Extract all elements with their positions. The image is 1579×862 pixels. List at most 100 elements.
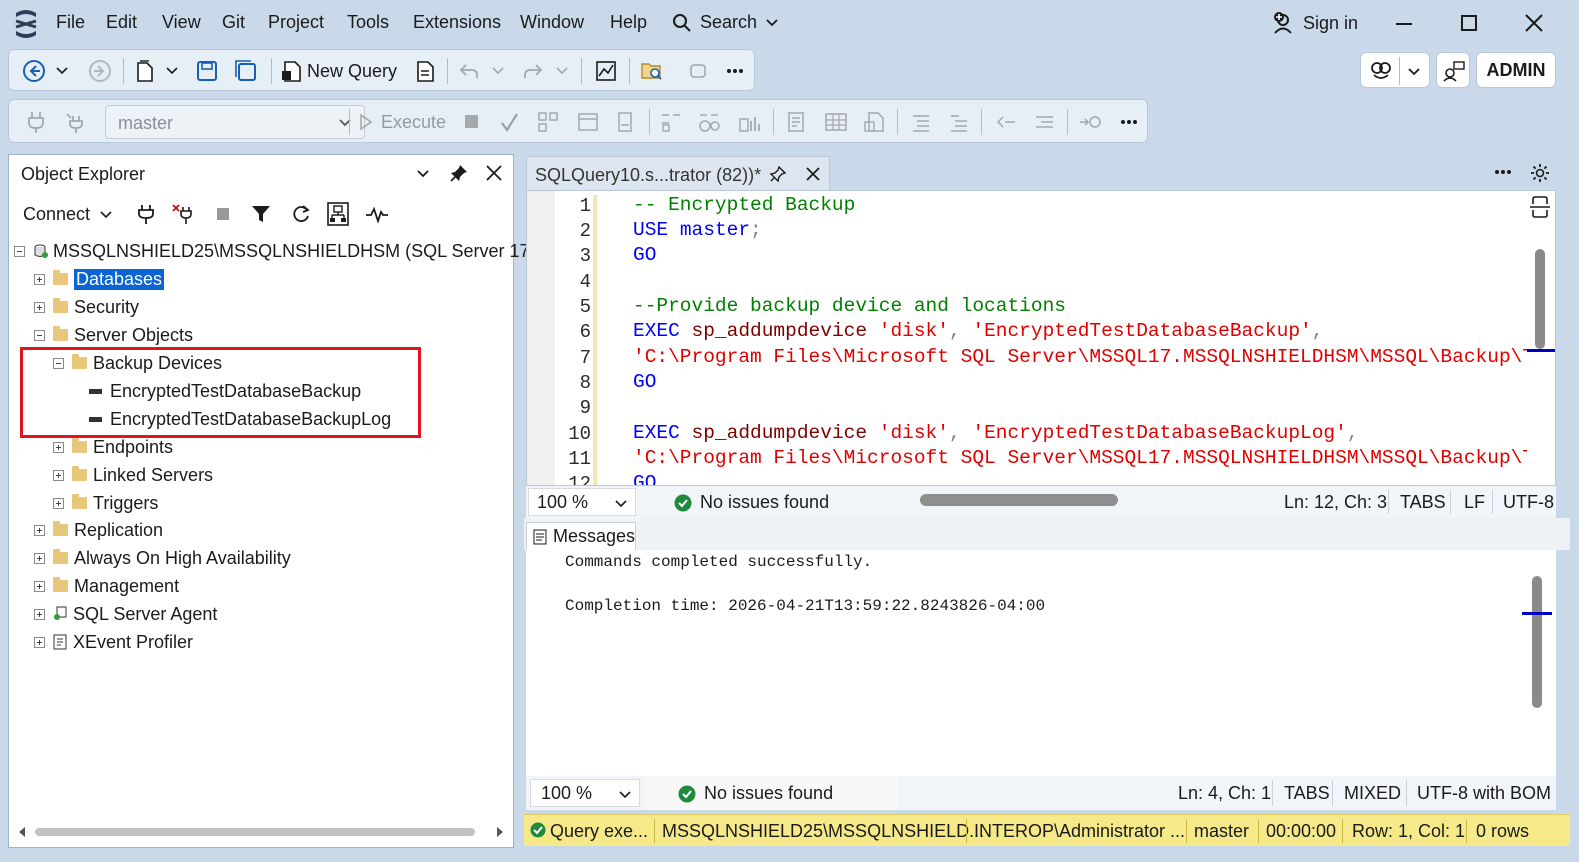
- save-all-button[interactable]: [233, 58, 259, 84]
- menu-project[interactable]: Project: [268, 12, 324, 33]
- split-editor-button[interactable]: [1529, 195, 1551, 219]
- query-options-button[interactable]: [575, 109, 601, 135]
- refresh-button[interactable]: [291, 204, 311, 224]
- results-to-grid-button[interactable]: [823, 109, 849, 135]
- debug-button[interactable]: [685, 58, 711, 84]
- messages-pane[interactable]: Commands completed successfully. Complet…: [526, 550, 1556, 776]
- collapse-icon[interactable]: [14, 245, 25, 257]
- undo-button[interactable]: [457, 58, 481, 84]
- pulse-button[interactable]: [365, 207, 389, 223]
- pin-button[interactable]: [449, 163, 469, 183]
- editor-zoom-select[interactable]: 100 %: [528, 488, 636, 516]
- menu-window[interactable]: Window: [520, 12, 584, 33]
- redo-button[interactable]: [521, 58, 545, 84]
- change-connection-button[interactable]: [63, 109, 89, 135]
- results-to-file-button[interactable]: [861, 109, 887, 135]
- oe-scroll-thumb[interactable]: [35, 828, 475, 836]
- tree-security[interactable]: Security: [34, 294, 139, 320]
- sql-toolbar-overflow-button[interactable]: [1117, 113, 1141, 131]
- expand-icon[interactable]: [34, 273, 45, 285]
- query-file-button[interactable]: [413, 58, 437, 84]
- toolbar-overflow-button[interactable]: [723, 62, 747, 80]
- forward-button[interactable]: [87, 58, 113, 84]
- tree-management[interactable]: Management: [34, 573, 179, 599]
- editor-line-ending[interactable]: LF: [1464, 492, 1485, 513]
- results-line-ending[interactable]: MIXED: [1344, 783, 1401, 804]
- expand-icon[interactable]: [53, 497, 64, 509]
- menu-help[interactable]: Help: [610, 12, 647, 33]
- editor-vertical-scrollbar[interactable]: [1527, 191, 1555, 485]
- oe-horizontal-scrollbar[interactable]: [13, 825, 509, 839]
- sign-in-button[interactable]: Sign in: [1273, 11, 1358, 35]
- copilot-button[interactable]: [1360, 52, 1430, 88]
- results-to-text-button[interactable]: [783, 109, 809, 135]
- expand-icon[interactable]: [34, 636, 45, 648]
- tree-sql-agent[interactable]: SQL Server Agent: [34, 601, 217, 627]
- expand-icon[interactable]: [34, 524, 45, 536]
- sql-editor[interactable]: 1 2 3 4 5 6 7 8 9 10 11 12 -- Encrypted …: [526, 190, 1556, 486]
- tree-linked-servers[interactable]: Linked Servers: [53, 462, 213, 488]
- editor-cursor-position[interactable]: Ln: 12, Ch: 3: [1284, 492, 1387, 513]
- new-query-button[interactable]: New Query: [281, 58, 397, 84]
- results-indent-mode[interactable]: TABS: [1284, 783, 1330, 804]
- expand-icon[interactable]: [34, 608, 45, 620]
- tree-triggers[interactable]: Triggers: [53, 490, 158, 516]
- specify-values-button[interactable]: [1077, 109, 1103, 135]
- open-file-button[interactable]: [639, 58, 665, 84]
- expand-icon[interactable]: [34, 552, 45, 564]
- panel-dropdown-button[interactable]: [416, 169, 430, 179]
- live-share-button[interactable]: [1436, 52, 1470, 88]
- new-dropdown[interactable]: [165, 64, 179, 78]
- tree-replication[interactable]: Replication: [34, 517, 163, 543]
- expand-icon[interactable]: [53, 441, 64, 453]
- execute-button[interactable]: Execute: [359, 109, 446, 135]
- editor-horizontal-scroll-thumb[interactable]: [920, 494, 1118, 506]
- comment-button[interactable]: [907, 109, 933, 135]
- menu-tools[interactable]: Tools: [347, 12, 389, 33]
- results-issues-indicator[interactable]: No issues found: [678, 783, 833, 804]
- stop-button[interactable]: [465, 115, 478, 128]
- results-cursor-position[interactable]: Ln: 4, Ch: 1: [1178, 783, 1271, 804]
- back-dropdown[interactable]: [55, 64, 69, 78]
- menu-extensions[interactable]: Extensions: [413, 12, 501, 33]
- uncomment-button[interactable]: [945, 109, 971, 135]
- display-plan-button[interactable]: [535, 109, 561, 135]
- messages-scroll-thumb[interactable]: [1532, 576, 1542, 708]
- back-button[interactable]: [21, 58, 47, 84]
- editor-encoding[interactable]: UTF-8: [1503, 492, 1554, 513]
- collapse-icon[interactable]: [34, 329, 45, 341]
- intellisense-button[interactable]: [613, 109, 637, 135]
- activity-button[interactable]: [327, 202, 349, 226]
- tree-databases[interactable]: Databases: [34, 266, 165, 292]
- save-button[interactable]: [195, 58, 219, 84]
- tree-server-node[interactable]: MSSQLNSHIELD25\MSSQLNSHIELDHSM (SQL Serv…: [14, 238, 550, 264]
- live-stats-button[interactable]: [697, 109, 723, 135]
- tree-server-objects[interactable]: Server Objects: [34, 322, 193, 348]
- editor-settings-button[interactable]: [1530, 163, 1550, 183]
- parse-button[interactable]: [497, 109, 521, 135]
- tab-pin-button[interactable]: [769, 165, 787, 183]
- filter-button[interactable]: [251, 204, 271, 224]
- decrease-indent-button[interactable]: [993, 109, 1019, 135]
- editor-issues-indicator[interactable]: No issues found: [674, 492, 829, 513]
- oe-stop-button[interactable]: [217, 208, 229, 220]
- expand-icon[interactable]: [34, 301, 45, 313]
- tab-close-button[interactable]: [805, 166, 821, 182]
- database-select[interactable]: master: [105, 105, 365, 139]
- client-stats-button[interactable]: [737, 109, 763, 135]
- admin-badge[interactable]: ADMIN: [1476, 52, 1556, 88]
- oe-connect-button[interactable]: [137, 203, 155, 225]
- tree-xevent-profiler[interactable]: XEvent Profiler: [34, 629, 193, 655]
- connect-dropdown[interactable]: Connect: [23, 204, 112, 225]
- activity-monitor-button[interactable]: [593, 58, 619, 84]
- expand-icon[interactable]: [53, 469, 64, 481]
- close-window-button[interactable]: [1524, 13, 1544, 33]
- disconnect-button[interactable]: [171, 203, 195, 225]
- query-tab[interactable]: SQLQuery10.s...trator (82))*: [526, 156, 830, 190]
- minimize-button[interactable]: [1396, 23, 1412, 25]
- menu-edit[interactable]: Edit: [106, 12, 137, 33]
- menu-file[interactable]: File: [56, 12, 85, 33]
- redo-dropdown[interactable]: [555, 64, 569, 78]
- maximize-button[interactable]: [1461, 15, 1477, 31]
- menu-git[interactable]: Git: [222, 12, 245, 33]
